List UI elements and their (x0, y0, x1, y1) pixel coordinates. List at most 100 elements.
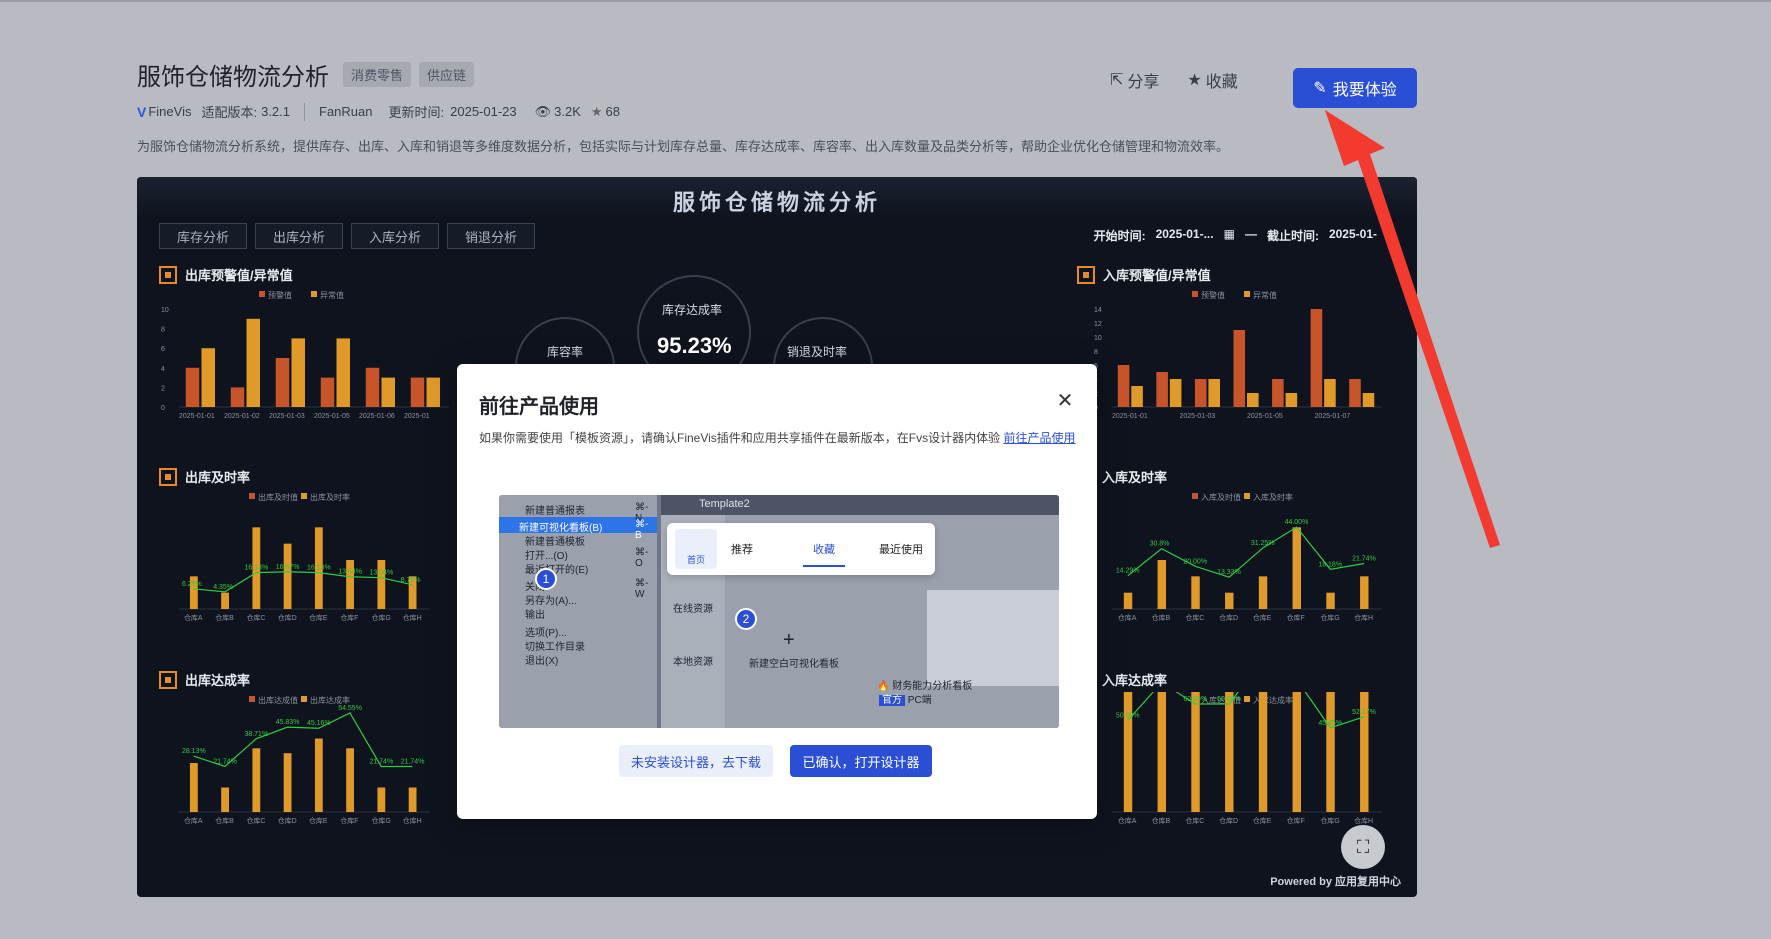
section-marker-icon (159, 265, 177, 284)
menu-item: 选项(P)... (525, 628, 567, 639)
bar (1123, 692, 1133, 812)
section-in-timely: 入库及时率 (1102, 467, 1167, 486)
rate-label: 6.25% (182, 581, 202, 588)
y-tick-label: 2 (161, 385, 165, 392)
start-label: 开始时间: (1093, 229, 1146, 243)
tag-retail[interactable]: 消费零售 (343, 62, 412, 87)
start-value[interactable]: 2025-01-... (1156, 227, 1214, 244)
legend-label: 出库达成率 (310, 695, 350, 705)
fullscreen-button[interactable]: ⛶ (1341, 825, 1385, 869)
bar (1233, 330, 1246, 407)
x-tick-label: 2025-01-05 (1247, 413, 1283, 420)
rate-label: 21.74% (401, 758, 425, 765)
x-tick-label: 仓库H (403, 816, 422, 825)
x-tick-label: 仓库A (184, 613, 203, 622)
new-blank-label: 新建空白可视化看板 (749, 659, 839, 670)
x-tick-label: 仓库H (403, 613, 422, 622)
x-tick-label: 2025-01-01 (179, 413, 215, 420)
rate-label: 16.13% (244, 565, 268, 572)
legend-label: 入库及时值 (1201, 492, 1241, 502)
tab-inbound[interactable]: 入库分析 (351, 223, 439, 249)
section-out-warning-title: 出库预警值/异常值 (185, 268, 293, 283)
rate-label: 4.35% (213, 584, 233, 591)
favorite-label: 收藏 (1205, 74, 1238, 91)
updated-label: 更新时间: (388, 105, 445, 120)
template-thumbnail (927, 590, 1059, 686)
side-local: 本地资源 (673, 657, 713, 668)
y-tick-label: 14 (1094, 307, 1102, 314)
x-tick-label: 仓库D (1219, 816, 1238, 825)
section-out-rate-title: 出库达成率 (185, 673, 251, 688)
bar (1117, 365, 1130, 407)
action-bar: ⇱ 分享 ★ 收藏 (1110, 68, 1238, 92)
legend-swatch (249, 696, 255, 702)
section-out-timely: 出库及时率 (159, 467, 250, 486)
rate-label: 38.71% (244, 731, 268, 738)
range-dash: — (1244, 227, 1257, 241)
legend-swatch (1244, 696, 1250, 702)
x-tick-label: 仓库F (1287, 613, 1305, 622)
x-tick-label: 仓库B (1152, 613, 1171, 622)
menu-item-highlighted: 新建可视化看板(B) ⌘-B (519, 519, 649, 541)
close-icon[interactable]: ✕ (1055, 388, 1075, 413)
bar (1272, 379, 1284, 407)
eye-icon: 👁 (534, 103, 552, 119)
legend-swatch (311, 291, 317, 297)
x-tick-label: 仓库E (309, 613, 328, 622)
bar (1123, 592, 1133, 609)
legend-swatch (1192, 493, 1198, 499)
template-tab: Template2 (699, 498, 750, 510)
go-to-product-modal: 前往产品使用 ✕ 如果你需要使用「模板资源」，请确认FineVis插件和应用共享… (457, 364, 1097, 819)
rate-label: 44.00% (1285, 519, 1309, 526)
bar (426, 377, 440, 407)
stars-count: 68 (605, 104, 621, 119)
favorite-button[interactable]: ★ 收藏 (1187, 68, 1237, 92)
x-tick-label: 2025-01-06 (359, 413, 395, 420)
menu-item: 另存为(A)... (525, 596, 577, 607)
legend-swatch (1244, 493, 1250, 499)
red-arrow-annotation (1325, 110, 1500, 548)
section-in-rate: 入库达成率 (1102, 670, 1167, 689)
legend-swatch (1244, 291, 1250, 297)
tab-outbound[interactable]: 出库分析 (255, 223, 343, 249)
rate-label: 60.00% (1217, 696, 1241, 703)
popup-home: 首页 (675, 529, 717, 569)
x-tick-label: 仓库A (1118, 613, 1137, 622)
x-tick-label: 仓库G (1320, 613, 1339, 622)
bar (377, 787, 386, 812)
download-designer-button[interactable]: 未安装设计器，去下载 (619, 745, 773, 777)
tab-inventory[interactable]: 库存分析 (159, 223, 247, 249)
bar (189, 763, 198, 812)
tab-sales-return[interactable]: 销退分析 (447, 223, 535, 249)
capacity-label: 库容率 (547, 345, 584, 359)
x-tick-label: 2025-01-03 (269, 413, 305, 420)
share-button[interactable]: ⇱ 分享 (1110, 68, 1159, 92)
bar (291, 338, 305, 407)
bar (230, 387, 245, 407)
rate-label: 30.8% (1150, 541, 1170, 548)
open-designer-button[interactable]: 已确认，打开设计器 (790, 745, 932, 777)
bar (201, 348, 215, 407)
bar (336, 338, 350, 407)
bar (314, 738, 323, 812)
share-icon: ⇱ (1110, 72, 1124, 89)
rate-label: 16.67% (276, 564, 300, 571)
x-tick-label: 仓库D (278, 816, 297, 825)
x-tick-label: 仓库G (371, 816, 390, 825)
calendar-icon[interactable]: ▦ (1224, 227, 1235, 244)
modal-title: 前往产品使用 (479, 396, 599, 418)
go-to-product-link[interactable]: 前往产品使用 (1003, 431, 1075, 445)
section-out-timely-title: 出库及时率 (185, 470, 251, 485)
rate-label: 54.55% (338, 705, 362, 712)
y-tick-label: 6 (161, 346, 165, 353)
rate-label: 21.74% (369, 758, 393, 765)
bar (1360, 576, 1369, 609)
x-tick-label: 仓库C (246, 816, 265, 825)
bar (246, 318, 260, 407)
tag-supply-chain[interactable]: 供应链 (419, 62, 475, 87)
author[interactable]: FanRuan (319, 104, 372, 119)
legend-label: 入库及时率 (1253, 492, 1293, 502)
menu-item: 新建普通模板 (525, 537, 585, 548)
title-row: 服饰仓储物流分析 消费零售 供应链 (137, 57, 475, 92)
bar (185, 367, 200, 407)
